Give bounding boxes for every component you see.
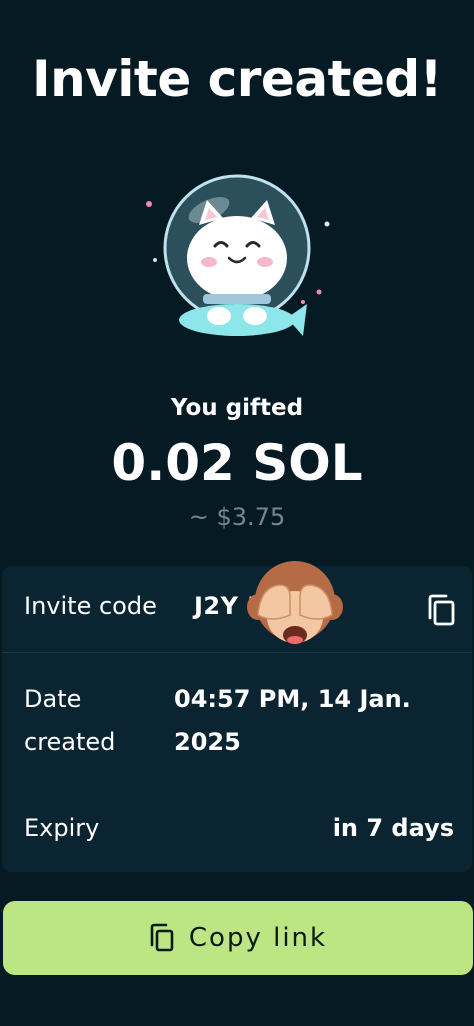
gift-label: You gifted — [170, 395, 304, 421]
expiry-value: in 7 days — [332, 814, 454, 842]
copy-link-label: Copy link — [188, 923, 328, 953]
date-created-value: 04:57 PM, 14 Jan. 2025 — [174, 685, 411, 756]
copy-icon — [150, 923, 174, 952]
invite-code-label: Invite code — [24, 592, 157, 620]
copy-link-button[interactable]: Copy link — [3, 901, 473, 975]
card-divider — [2, 652, 472, 653]
expiry-label: Expiry — [24, 814, 100, 842]
see-no-evil-monkey-emoji — [247, 561, 343, 644]
astronaut-cat-illustration — [146, 174, 330, 336]
gift-amount: 0.02 SOL — [111, 434, 363, 492]
date-created-label: Date created — [24, 685, 116, 756]
copy-icon[interactable] — [426, 593, 456, 627]
invite-created-screen: Invite created! You gifted 0.02 SOL ~ $3… — [0, 0, 474, 1026]
page-title: Invite created! — [31, 50, 443, 108]
fiat-equivalent: ~ $3.75 — [188, 503, 286, 531]
invite-details-card: Invite code J2Y RRd7 Date created 04:57 … — [2, 566, 472, 872]
